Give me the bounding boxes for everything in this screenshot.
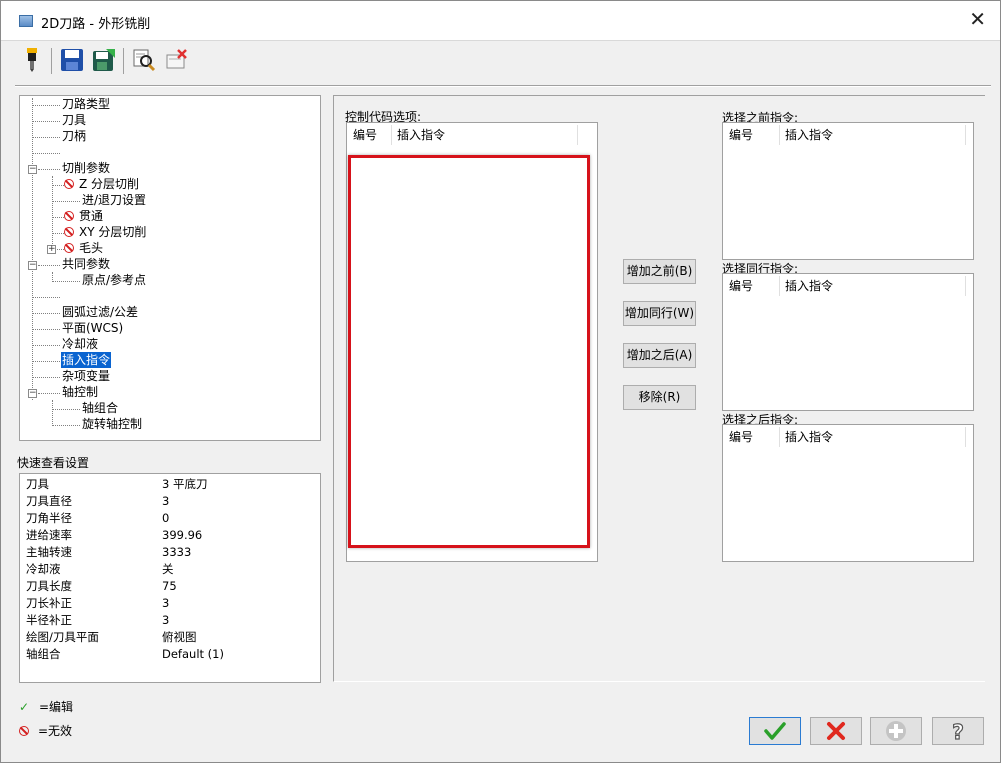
before-list[interactable]: 编号 插入指令	[722, 122, 974, 260]
window-icon	[19, 15, 33, 27]
tree-item-arc-filter[interactable]: 圆弧过滤/公差	[62, 304, 138, 320]
tree-item-coolant[interactable]: 冷却液	[62, 336, 98, 352]
title-bar: 2D刀路 - 外形铣削 ✕	[1, 1, 1000, 41]
tree-item-holder[interactable]: 刀柄	[62, 128, 86, 144]
tool-icon[interactable]	[19, 46, 45, 74]
dialog-window: 2D刀路 - 外形铣削 ✕ 刀路类型 刀具 刀柄 − 切削参数 Z 分层切削 进…	[0, 0, 1001, 763]
legend-disabled: =无效	[19, 722, 72, 739]
quick-view-row: 刀具长度 75	[26, 579, 177, 593]
tree-item-misc-values[interactable]: 杂项变量	[62, 368, 110, 384]
quick-view-row: 刀角半径 0	[26, 511, 170, 525]
column-header-number[interactable]: 编号	[353, 125, 377, 145]
help-button[interactable]: ?	[932, 717, 984, 745]
preview-icon[interactable]	[131, 46, 157, 74]
tree-item-toolpath-type[interactable]: 刀路类型	[62, 96, 110, 112]
quick-view-row: 绘图/刀具平面 俯视图	[26, 630, 197, 644]
expand-icon[interactable]: +	[47, 245, 56, 254]
disabled-icon	[19, 725, 29, 736]
tree-item-xy-stepover[interactable]: XY 分层切削	[64, 224, 146, 240]
quick-view-row: 冷却液关	[26, 562, 174, 576]
tree-item-tool[interactable]: 刀具	[62, 112, 86, 128]
tree-item-planes[interactable]: 平面(WCS)	[62, 320, 123, 336]
tree-item-axis-combination[interactable]: 轴组合	[82, 400, 118, 416]
cross-icon	[827, 722, 845, 740]
help-icon: ?	[952, 719, 965, 743]
quick-view-row: 半径补正 3	[26, 613, 170, 627]
delete-icon[interactable]	[163, 46, 189, 74]
after-list[interactable]: 编号 插入指令	[722, 424, 974, 562]
save-icon[interactable]	[59, 46, 85, 74]
tree-item-z-depth[interactable]: Z 分层切削	[64, 176, 139, 192]
add-button[interactable]	[870, 717, 922, 745]
column-header-number[interactable]: 编号	[729, 427, 753, 447]
quick-view-row: 主轴转速 3333	[26, 545, 192, 559]
svg-text:?: ?	[952, 720, 964, 743]
disabled-icon	[64, 211, 74, 221]
tree-item-home-ref-point[interactable]: 原点/参考点	[82, 272, 146, 288]
tree-item-rotary-axis[interactable]: 旋转轴控制	[82, 416, 142, 432]
column-header-number[interactable]: 编号	[729, 276, 753, 296]
quick-view-row: 刀长补正 3	[26, 596, 170, 610]
parameter-tree: 刀路类型 刀具 刀柄 − 切削参数 Z 分层切削 进/退刀设置 贯通 XY 分层…	[19, 95, 321, 441]
column-header-number[interactable]: 编号	[729, 125, 753, 145]
window-title: 2D刀路 - 外形铣削	[41, 17, 151, 32]
add-after-button[interactable]: 增加之后(A)	[623, 343, 696, 368]
collapse-icon[interactable]: −	[28, 165, 37, 174]
highlight-box	[348, 155, 590, 548]
plus-circle-icon	[886, 721, 906, 741]
close-button[interactable]: ✕	[969, 9, 986, 29]
quick-view-row: 进给速率 399.96	[26, 528, 203, 542]
tree-item-tabs[interactable]: 毛头	[64, 240, 103, 256]
quick-view-label: 快速查看设置	[17, 456, 90, 470]
toolbar-divider	[15, 85, 991, 87]
column-header-insert[interactable]: 插入指令	[785, 125, 833, 145]
check-icon	[764, 722, 786, 740]
remove-button[interactable]: 移除(R)	[623, 385, 696, 410]
same-line-list[interactable]: 编号 插入指令	[722, 273, 974, 411]
ok-button[interactable]	[749, 717, 801, 745]
quick-view-row: 刀具 3 平底刀	[26, 477, 208, 491]
tree-item-cut-params[interactable]: 切削参数	[62, 160, 110, 176]
column-header-insert[interactable]: 插入指令	[397, 125, 445, 145]
column-header-insert[interactable]: 插入指令	[785, 427, 833, 447]
tree-item-canned-text[interactable]: 插入指令	[61, 352, 112, 368]
quick-view-row: 轴组合 Default (1)	[26, 647, 224, 661]
tree-item-axis-control[interactable]: 轴控制	[62, 384, 98, 400]
disabled-icon	[64, 227, 74, 237]
cancel-button[interactable]	[810, 717, 862, 745]
column-header-insert[interactable]: 插入指令	[785, 276, 833, 296]
disabled-icon	[64, 243, 74, 253]
tree-item-linking-params[interactable]: 共同参数	[62, 256, 110, 272]
legend-edit: ✓ =编辑	[19, 699, 74, 715]
toolbar	[15, 42, 985, 80]
add-same-line-button[interactable]: 增加同行(W)	[623, 301, 696, 326]
save-as-icon[interactable]	[91, 46, 117, 74]
disabled-icon	[64, 179, 74, 189]
collapse-icon[interactable]: −	[28, 389, 37, 398]
tree-item-break-through[interactable]: 贯通	[64, 208, 103, 224]
add-before-button[interactable]: 增加之前(B)	[623, 259, 696, 284]
collapse-icon[interactable]: −	[28, 261, 37, 270]
tree-item-lead-in-out[interactable]: 进/退刀设置	[82, 192, 146, 208]
quick-view-row: 刀具直径 3	[26, 494, 170, 508]
quick-view-panel: 刀具 3 平底刀 刀具直径 3 刀角半径 0 进给速率 399.96 主轴转速 3333 …	[19, 473, 321, 683]
check-icon: ✓	[19, 699, 30, 714]
